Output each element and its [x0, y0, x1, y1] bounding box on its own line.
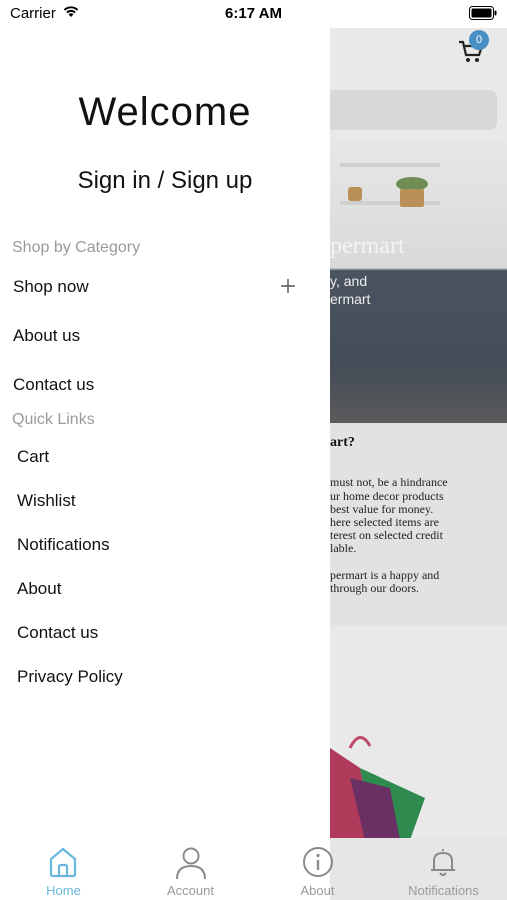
hero-brand-text: permart	[330, 233, 405, 259]
shop-by-category-label: Shop by Category	[12, 239, 141, 256]
background-page[interactable]: 0 permart y, and ermart art? must not, b…	[330, 28, 507, 900]
sign-in-link[interactable]: Sign in / Sign up	[0, 167, 330, 195]
tab-home-label: Home	[46, 883, 81, 898]
hero-tagline-line: y, and	[330, 273, 368, 289]
plus-icon[interactable]	[278, 276, 298, 296]
side-drawer: Welcome Sign in / Sign up Shop by Catego…	[0, 28, 330, 900]
status-bar: Carrier 6:17 AM	[0, 0, 507, 28]
menu-item-shop-now[interactable]: Shop now	[13, 277, 89, 297]
about-card-title: art?	[330, 435, 355, 450]
search-bar[interactable]	[330, 90, 497, 130]
about-card-line: lable.	[330, 541, 357, 555]
quick-link-about[interactable]: About	[17, 579, 61, 599]
tab-home[interactable]: Home	[0, 838, 127, 900]
quick-links-label: Quick Links	[12, 411, 95, 428]
menu-item-about-us[interactable]: About us	[13, 326, 80, 346]
clock-label: 6:17 AM	[225, 5, 282, 22]
tab-about[interactable]: About	[254, 838, 381, 900]
about-card-line: through our doors.	[330, 581, 419, 595]
shelf-decor	[340, 163, 440, 167]
tab-account[interactable]: Account	[127, 838, 254, 900]
quick-link-wishlist[interactable]: Wishlist	[17, 491, 76, 511]
tab-account-label: Account	[167, 883, 214, 898]
hero-banner[interactable]: permart y, and ermart	[330, 141, 507, 423]
plant-pot-decor	[400, 189, 424, 207]
tab-notifications[interactable]: Notifications	[380, 838, 507, 900]
about-card: art? must not, be a hindrance ur home de…	[330, 423, 507, 625]
welcome-heading: Welcome	[78, 90, 252, 134]
shelf-decor	[340, 201, 440, 205]
quick-link-cart[interactable]: Cart	[17, 447, 49, 467]
quick-link-contact-us[interactable]: Contact us	[17, 623, 98, 643]
quick-link-notifications[interactable]: Notifications	[17, 535, 110, 555]
cart-badge: 0	[469, 30, 489, 50]
hero-tagline-line: ermart	[330, 291, 371, 307]
tab-bar: Home Account About Notifications	[0, 838, 507, 900]
tab-about-label: About	[300, 883, 335, 898]
about-card-line: must not, be a hindrance	[330, 475, 448, 489]
shopping-bags-image	[330, 728, 440, 845]
menu-item-contact-us[interactable]: Contact us	[13, 375, 94, 395]
tab-notifications-label: Notifications	[408, 883, 479, 898]
quick-link-privacy-policy[interactable]: Privacy Policy	[17, 667, 123, 687]
battery-icon	[469, 6, 497, 25]
vase-decor	[348, 187, 362, 201]
